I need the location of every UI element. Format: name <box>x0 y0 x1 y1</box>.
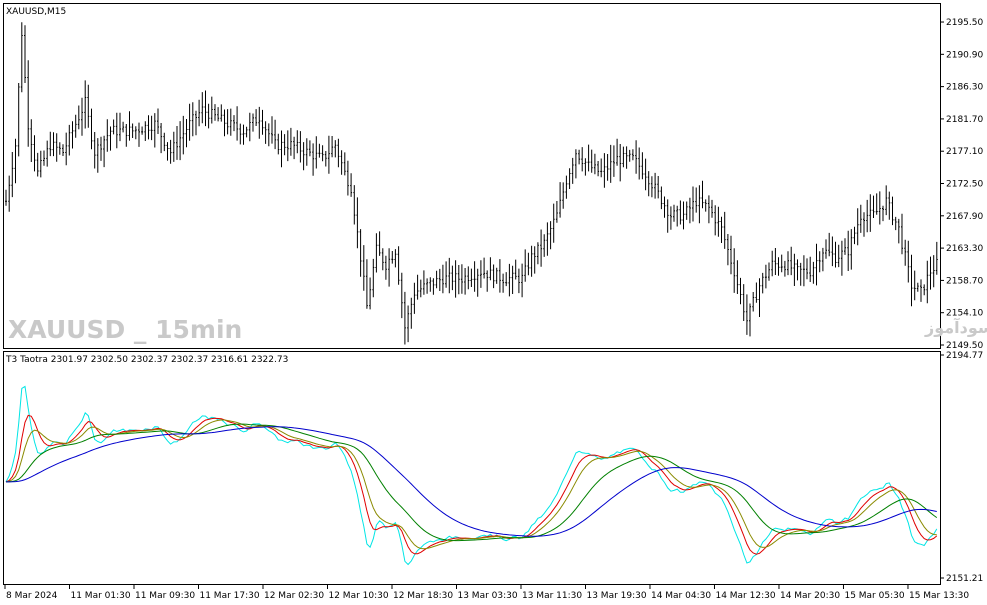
y-tick-label: 2186.30 <box>946 83 983 93</box>
x-tick-label: 11 Mar 09:30 <box>135 591 195 601</box>
y-tick-label: 2172.50 <box>946 180 983 190</box>
y-tick-label: 2158.70 <box>946 276 983 286</box>
trading-chart: XAUUSD _ 15min انتشار در سایت سودآموز 21… <box>3 3 987 601</box>
y-tick-label: 2190.90 <box>946 50 983 60</box>
watermark-right: انتشار در سایت سودآموز <box>924 317 987 337</box>
main-y-axis: 2195.50 2190.90 2186.30 2181.70 2177.10 2172.… <box>940 18 983 351</box>
x-tick-label: 12 Mar 18:30 <box>393 591 453 601</box>
indicator-title: T3 Taotra 2301.97 2302.50 2302.37 2302.3… <box>5 355 288 365</box>
x-tick-label: 12 Mar 02:30 <box>264 591 324 601</box>
chart-title: XAUUSD,M15 <box>6 7 66 17</box>
y-tick-label: 2154.10 <box>946 309 983 319</box>
x-tick-label: 11 Mar 17:30 <box>199 591 259 601</box>
x-tick-label: 14 Mar 20:30 <box>780 591 840 601</box>
y-tick-label: 2177.10 <box>946 147 983 157</box>
x-tick-label: 14 Mar 04:30 <box>651 591 711 601</box>
y-tick-label: 2181.70 <box>946 115 983 125</box>
x-tick-label: 8 Mar 2024 <box>6 591 58 601</box>
indicator-y-tick-label: 2194.77 <box>946 351 983 361</box>
watermark-left: XAUUSD _ 15min <box>8 315 242 344</box>
x-tick-label: 15 Mar 13:30 <box>909 591 969 601</box>
x-tick-label: 13 Mar 11:30 <box>522 591 582 601</box>
y-tick-label: 2195.50 <box>946 18 983 28</box>
x-tick-label: 13 Mar 03:30 <box>457 591 517 601</box>
y-tick-label: 2163.30 <box>946 244 983 254</box>
x-tick-label: 14 Mar 12:30 <box>715 591 775 601</box>
x-tick-label: 12 Mar 10:30 <box>328 591 388 601</box>
x-tick-label: 13 Mar 19:30 <box>586 591 646 601</box>
x-tick-label: 15 Mar 05:30 <box>844 591 904 601</box>
indicator-y-tick-label: 2151.21 <box>946 574 983 584</box>
x-tick-label: 11 Mar 01:30 <box>70 591 130 601</box>
y-tick-label: 2149.50 <box>946 341 983 351</box>
time-axis: 8 Mar 2024 11 Mar 01:30 11 Mar 09:30 11 Mar… <box>4 585 969 601</box>
main-pane-frame <box>3 3 941 349</box>
y-tick-label: 2167.90 <box>946 212 983 222</box>
indicator-y-axis: 2194.77 2151.21 <box>940 351 983 584</box>
indicator-pane-frame <box>3 351 941 585</box>
